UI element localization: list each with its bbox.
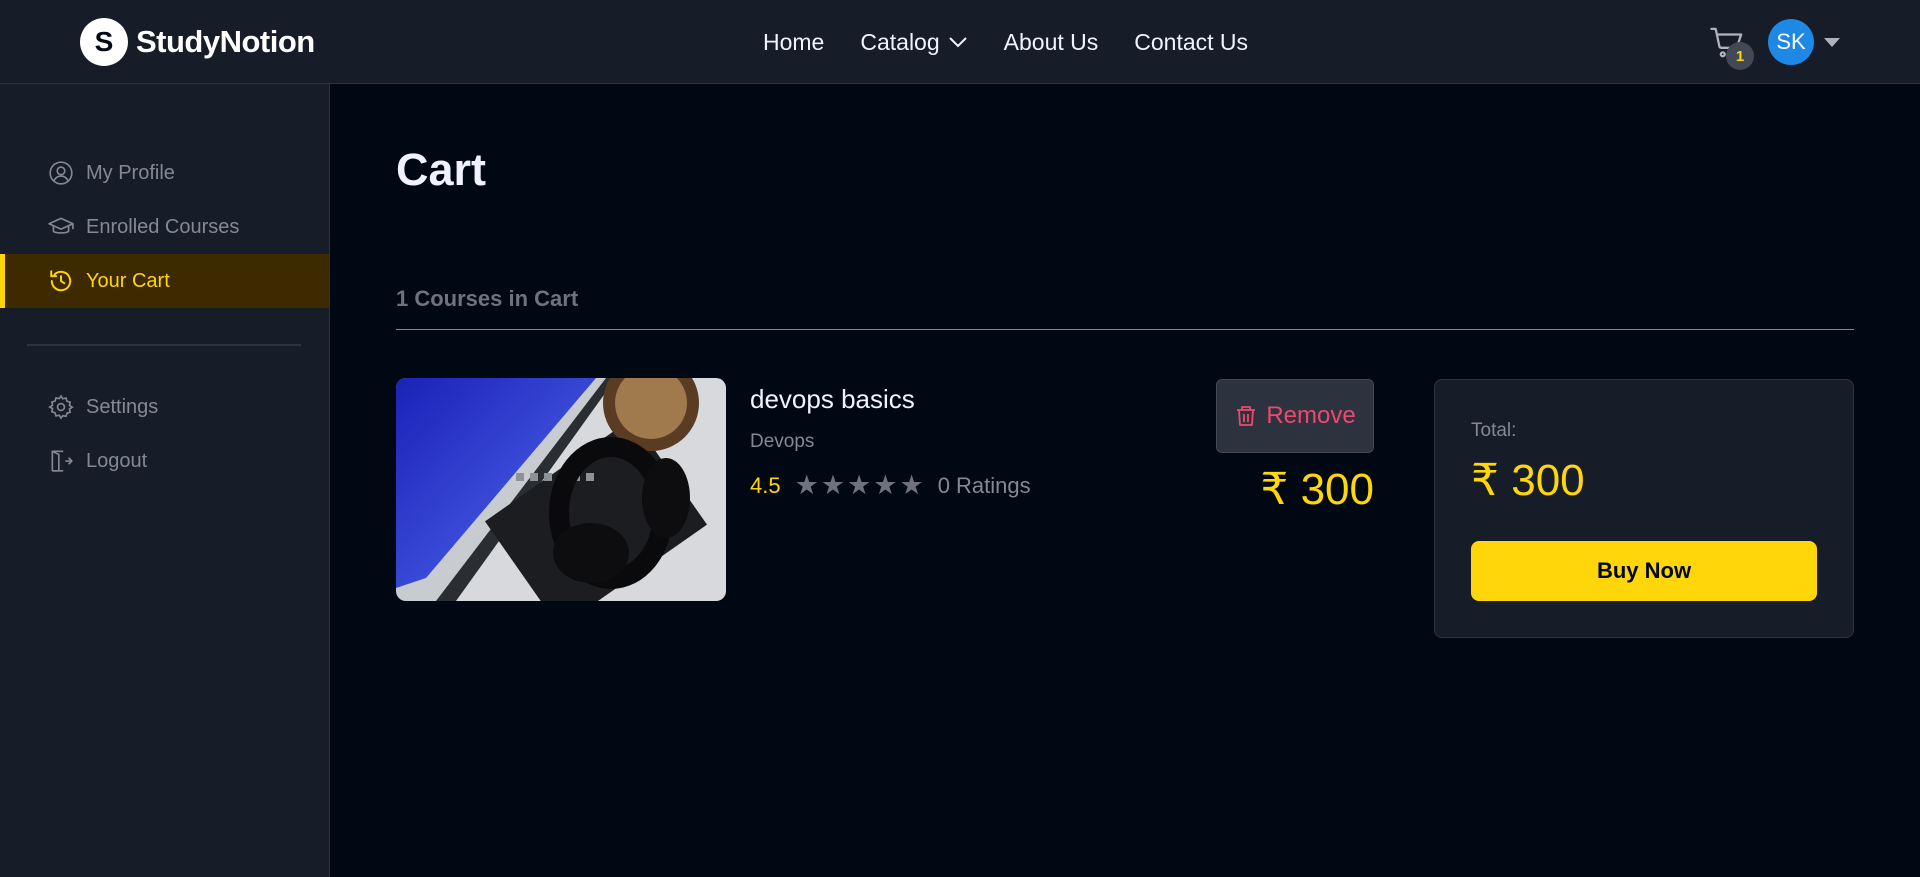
brand-logo[interactable]: S StudyNotion [80, 18, 315, 66]
ratings-count: 0 Ratings [937, 472, 1031, 498]
top-navbar: S StudyNotion Home Catalog About Us Cont… [0, 0, 1920, 84]
svg-text:S: S [95, 26, 114, 57]
nav-catalog-link[interactable]: Catalog [860, 29, 967, 56]
buy-now-button[interactable]: Buy Now [1471, 541, 1817, 601]
course-thumbnail [396, 378, 726, 601]
total-label: Total: [1471, 420, 1517, 441]
gear-icon [48, 394, 74, 420]
course-category: Devops [750, 431, 815, 452]
cart-count-heading: 1 Courses in Cart [396, 286, 579, 311]
nav-about-link[interactable]: About Us [1004, 29, 1099, 56]
profile-dropdown[interactable]: SK [1768, 19, 1840, 65]
sidebar-item-label: My Profile [86, 161, 175, 184]
main-nav: Home Catalog About Us Contact Us [763, 0, 1248, 84]
star-icon: ★ [820, 470, 846, 500]
sidebar-item-your-cart[interactable]: Your Cart [0, 254, 329, 308]
nav-home-link[interactable]: Home [763, 29, 824, 56]
star-icon: ★ [899, 470, 924, 500]
sidebar-item-label: Settings [86, 395, 159, 418]
remove-label: Remove [1266, 402, 1356, 429]
total-value: ₹ 300 [1471, 456, 1585, 505]
star-icon: ★ [794, 470, 819, 500]
sidebar-item-label: Your Cart [86, 269, 170, 292]
rating-stars: ★ ★ ★ ★ ★ [795, 472, 924, 499]
caret-down-icon [1824, 37, 1840, 47]
logo-mark-icon: S [80, 18, 128, 66]
rating-value: 4.5 [750, 472, 781, 498]
sidebar-item-logout[interactable]: Logout [0, 434, 329, 488]
sidebar-item-enrolled-courses[interactable]: Enrolled Courses [0, 200, 329, 254]
chevron-down-icon [948, 37, 967, 48]
sidebar-item-label: Enrolled Courses [86, 215, 240, 238]
page-title: Cart [396, 144, 487, 195]
history-icon [50, 270, 72, 292]
course-price: ₹ 300 [1260, 465, 1374, 514]
sidebar-item-my-profile[interactable]: My Profile [0, 146, 329, 200]
logout-icon [51, 450, 73, 472]
user-circle-icon [49, 161, 73, 185]
course-name[interactable]: devops basics [750, 384, 915, 415]
star-icon: ★ [847, 470, 872, 500]
sidebar-item-settings[interactable]: Settings [0, 380, 329, 434]
cart-button[interactable]: 1 [1706, 22, 1754, 70]
brand-name: StudyNotion [136, 24, 315, 59]
sidebar: My Profile Enrolled Courses Your Cart Se… [0, 84, 330, 877]
remove-button[interactable]: Remove [1216, 379, 1374, 453]
sidebar-divider [27, 344, 301, 346]
cart-summary: Total: ₹ 300 Buy Now [1434, 379, 1854, 638]
graduation-cap-icon [48, 217, 74, 234]
sidebar-item-label: Logout [86, 449, 148, 472]
course-rating: 4.5 ★ ★ ★ ★ ★ 0 Ratings [750, 472, 1031, 499]
divider [396, 329, 1854, 330]
cart-count-badge: 1 [1726, 42, 1754, 70]
avatar: SK [1768, 19, 1814, 65]
nav-contact-link[interactable]: Contact Us [1134, 29, 1248, 56]
nav-catalog-label: Catalog [860, 28, 940, 55]
trash-icon [1237, 406, 1256, 426]
star-icon: ★ [873, 470, 898, 500]
